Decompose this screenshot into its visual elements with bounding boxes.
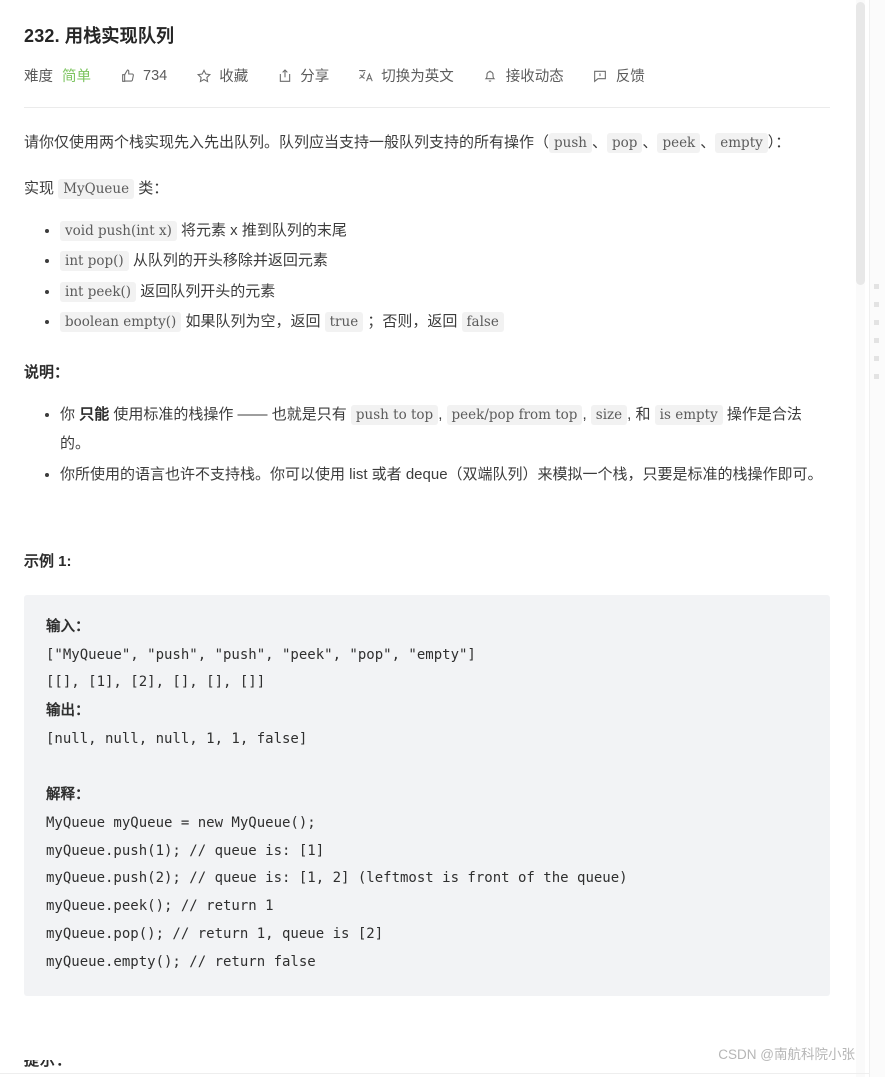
page-title: 232. 用栈实现队列 (24, 26, 175, 46)
inline-code-push-to-top: push to top (350, 405, 439, 426)
difficulty-label: 难度 (24, 69, 53, 86)
subscribe-label: 接收动态 (505, 69, 564, 86)
example-heading: 示例 1: (24, 552, 72, 570)
implement-text-b: 类： (138, 180, 169, 198)
explain-line-6: myQueue.empty(); // return false (46, 953, 316, 970)
list-item: 你所使用的语言也许不支持栈。你可以使用 list 或者 deque（双端队列）来… (60, 460, 830, 489)
switch-language-button[interactable]: 切换为英文 (357, 65, 454, 86)
inline-code-boolean-empty: boolean empty() (60, 311, 182, 332)
switch-language-label: 切换为英文 (381, 69, 454, 86)
like-count: 734 (143, 67, 168, 84)
output-line: [null, null, null, 1, 1, false] (46, 730, 308, 747)
note-text-1: 你 (60, 406, 76, 424)
desc-sep-2: 、 (642, 134, 658, 152)
notes-heading: 说明： (24, 364, 70, 382)
problem-content: 232. 用栈实现队列 难度 简单 734 收藏 分享 切换为英文 接收动态 反… (0, 0, 857, 1077)
method-desc-a: 如果队列为空，返回 (185, 312, 321, 330)
implement-text-a: 实现 (24, 180, 55, 198)
desc-sep-3: 、 (700, 134, 716, 152)
hints-heading-truncated: 提示： (24, 1060, 144, 1077)
scroll-marker-dot (874, 338, 879, 343)
list-item: 你 只能 使用标准的栈操作 —— 也就是只有 push to top, peek… (60, 400, 830, 459)
inline-code-push: push (549, 133, 592, 154)
problem-page: 232. 用栈实现队列 难度 简单 734 收藏 分享 切换为英文 接收动态 反… (0, 0, 885, 1077)
method-desc: 将元素 x 推到队列的末尾 (181, 222, 347, 240)
watermark: CSDN @南航科院小张 (718, 1047, 855, 1062)
note-sep-1: , (438, 406, 443, 424)
inline-code-true: true (324, 311, 364, 332)
input-line-1: ["MyQueue", "push", "push", "peek", "pop… (46, 646, 476, 663)
explain-line-4: myQueue.peek(); // return 1 (46, 898, 274, 915)
header-divider (24, 107, 830, 109)
inline-code-void-push: void push(int x) (60, 221, 177, 242)
thumbs-up-icon (119, 67, 136, 84)
input-label: 输入： (46, 618, 90, 635)
inner-scrollbar-thumb[interactable] (856, 2, 865, 285)
description-paragraph-2: 实现 MyQueue 类： (24, 174, 830, 204)
description-paragraph-1: 请你仅使用两个栈实现先入先出队列。队列应当支持一般队列支持的所有操作（ push、… (24, 128, 830, 158)
method-desc-b: ；否则，返回 (367, 312, 458, 330)
explain-line-5: myQueue.pop(); // return 1, queue is [2] (46, 925, 384, 942)
share-label: 分享 (300, 69, 330, 86)
method-list: void push(int x) 将元素 x 推到队列的末尾 int pop()… (24, 216, 830, 336)
inline-code-size: size (590, 405, 628, 426)
feedback-label: 反馈 (615, 69, 645, 86)
explain-line-1: MyQueue myQueue = new MyQueue(); (46, 814, 316, 831)
input-line-2: [[], [1], [2], [], [], []] (46, 674, 266, 691)
note-text-2: 使用标准的栈操作 —— 也就是只有 (113, 406, 347, 424)
problem-meta-bar: 难度 简单 734 收藏 分享 切换为英文 接收动态 反馈 (24, 65, 831, 86)
inline-code-myqueue: MyQueue (58, 179, 135, 200)
outer-scrollbar[interactable] (869, 0, 885, 1077)
scroll-marker-dot (874, 374, 879, 379)
list-item: int pop() 从队列的开头移除并返回元素 (60, 246, 830, 275)
feedback-button[interactable]: 反馈 (592, 65, 645, 86)
desc-text-1: 请你仅使用两个栈实现先入先出队列。队列应当支持一般队列支持的所有操作（ (24, 134, 550, 152)
inline-code-is-empty: is empty (654, 405, 723, 426)
note-sep-3: , 和 (627, 406, 651, 424)
bottom-divider (0, 1073, 869, 1074)
explain-line-3: myQueue.push(2); // queue is: [1, 2] (le… (46, 870, 628, 887)
share-button[interactable]: 分享 (276, 65, 329, 86)
method-desc: 返回队列开头的元素 (140, 282, 276, 300)
difficulty-group: 难度 简单 (24, 65, 91, 86)
note-sep-2: , (582, 406, 587, 424)
inline-code-false: false (461, 311, 504, 332)
share-icon (276, 67, 293, 84)
list-item: boolean empty() 如果队列为空，返回 true ；否则，返回 fa… (60, 307, 830, 336)
like-button[interactable]: 734 (119, 67, 167, 84)
desc-sep-1: 、 (591, 134, 607, 152)
scroll-marker-dots (874, 284, 880, 392)
comment-icon (592, 67, 609, 84)
note-bold: 只能 (79, 406, 110, 424)
notes-list: 你 只能 使用标准的栈操作 —— 也就是只有 push to top, peek… (24, 400, 830, 489)
output-label: 输出： (46, 703, 90, 720)
explain-line-2: myQueue.push(1); // queue is: [1] (46, 842, 325, 859)
example-code-block: 输入： ["MyQueue", "push", "push", "peek", … (24, 594, 830, 997)
inline-code-int-pop: int pop() (60, 251, 129, 272)
favorite-button[interactable]: 收藏 (195, 65, 248, 86)
inline-code-int-peek: int peek() (60, 281, 137, 302)
inline-code-empty: empty (715, 133, 768, 154)
scroll-marker-dot (874, 356, 879, 361)
bell-icon (482, 67, 499, 84)
desc-text-2: ）： (767, 134, 791, 152)
list-item: int peek() 返回队列开头的元素 (60, 277, 830, 306)
scroll-marker-dot (874, 302, 879, 307)
inline-code-peek-pop-from-top: peek/pop from top (446, 405, 583, 426)
list-item: void push(int x) 将元素 x 推到队列的末尾 (60, 216, 830, 245)
scroll-marker-dot (874, 320, 879, 325)
inline-code-pop: pop (607, 133, 643, 154)
subscribe-button[interactable]: 接收动态 (482, 65, 564, 86)
note-text-4: 你所使用的语言也许不支持栈。你可以使用 list 或者 deque（双端队列）来… (60, 465, 823, 483)
translate-icon (357, 67, 374, 84)
star-icon (195, 67, 212, 84)
inline-code-peek: peek (657, 133, 701, 154)
favorite-label: 收藏 (219, 69, 249, 86)
hints-heading: 提示： (24, 1060, 73, 1069)
scroll-marker-dot (874, 284, 879, 289)
problem-description: 请你仅使用两个栈实现先入先出队列。队列应当支持一般队列支持的所有操作（ push、… (24, 128, 831, 997)
difficulty-value: 简单 (62, 69, 91, 86)
explain-label: 解释： (46, 787, 90, 804)
method-desc: 从队列的开头移除并返回元素 (132, 252, 328, 270)
